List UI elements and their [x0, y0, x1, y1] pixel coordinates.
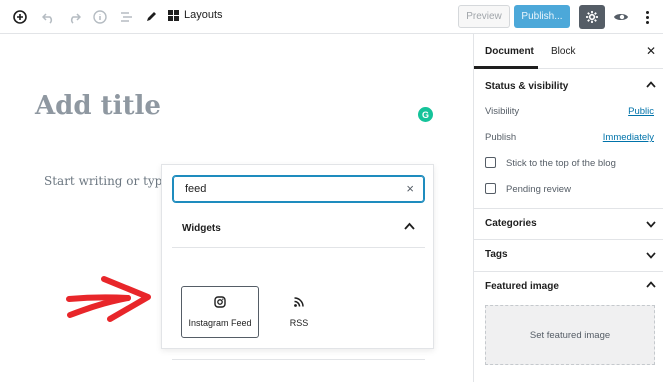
layouts-label: Layouts	[184, 9, 223, 21]
active-tab-indicator	[474, 66, 538, 69]
tab-block[interactable]: Block	[551, 46, 575, 57]
chevron-up-icon[interactable]	[646, 79, 656, 91]
settings-button[interactable]	[579, 5, 605, 29]
sticky-label: Stick to the top of the blog	[506, 158, 616, 169]
instagram-icon	[214, 296, 226, 308]
rss-icon	[294, 297, 304, 307]
chevron-up-icon[interactable]	[646, 279, 656, 291]
pending-review-label: Pending review	[506, 184, 571, 195]
divider	[474, 239, 663, 240]
tab-document[interactable]: Document	[485, 46, 534, 57]
block-item-label: Instagram Feed	[188, 318, 252, 328]
settings-sidebar: Document Block ✕ Status & visibility Vis…	[473, 34, 663, 382]
sticky-checkbox[interactable]	[485, 157, 496, 168]
edit-icon[interactable]	[142, 8, 160, 26]
featured-image-heading[interactable]: Featured image	[485, 281, 559, 292]
categories-heading[interactable]: Categories	[485, 218, 537, 229]
close-icon[interactable]: ✕	[646, 44, 656, 58]
clear-search-icon[interactable]: ×	[406, 181, 414, 196]
pending-review-checkbox[interactable]	[485, 183, 496, 194]
info-icon[interactable]	[91, 8, 109, 26]
chevron-down-icon[interactable]	[646, 219, 656, 231]
settings-icon	[586, 11, 598, 23]
publish-label: Publish	[485, 132, 517, 143]
visibility-label: Visibility	[485, 106, 520, 117]
more-options-icon[interactable]	[640, 8, 654, 26]
eye-icon[interactable]	[612, 8, 630, 26]
list-view-icon[interactable]	[117, 8, 135, 26]
editor-toolbar: Layouts Preview Publish...	[0, 0, 663, 34]
block-item-rss[interactable]: RSS	[260, 286, 338, 338]
chevron-down-icon[interactable]	[646, 250, 656, 262]
set-featured-image-button[interactable]: Set featured image	[485, 305, 655, 365]
divider	[474, 208, 663, 209]
block-item-instagram-feed[interactable]: Instagram Feed	[181, 286, 259, 338]
divider	[474, 271, 663, 272]
visibility-link[interactable]: Public	[628, 106, 654, 117]
divider	[172, 247, 425, 248]
block-inserter-popover: feed × Widgets Instagram Feed RSS	[161, 164, 434, 360]
widgets-panel-title[interactable]: Widgets	[182, 223, 221, 234]
search-value: feed	[185, 183, 207, 195]
block-item-label: RSS	[289, 318, 309, 328]
block-search-input[interactable]: feed ×	[172, 175, 425, 203]
redo-icon[interactable]	[65, 8, 83, 26]
divider	[172, 359, 425, 360]
layouts-button[interactable]: Layouts	[168, 9, 223, 21]
publish-button[interactable]: Publish...	[514, 5, 570, 28]
undo-icon[interactable]	[39, 8, 57, 26]
grammarly-icon[interactable]: G	[418, 107, 433, 122]
add-block-icon[interactable]	[11, 8, 29, 26]
chevron-up-icon[interactable]	[404, 219, 415, 233]
red-arrow-annotation	[66, 276, 151, 322]
sidebar-tabs: Document Block ✕	[474, 34, 663, 69]
layouts-icon	[168, 9, 179, 21]
post-title-input[interactable]: Add title	[35, 91, 161, 121]
publish-date-link[interactable]: Immediately	[603, 132, 654, 143]
status-visibility-heading[interactable]: Status & visibility	[485, 81, 568, 92]
preview-button[interactable]: Preview	[458, 5, 510, 28]
tags-heading[interactable]: Tags	[485, 249, 508, 260]
